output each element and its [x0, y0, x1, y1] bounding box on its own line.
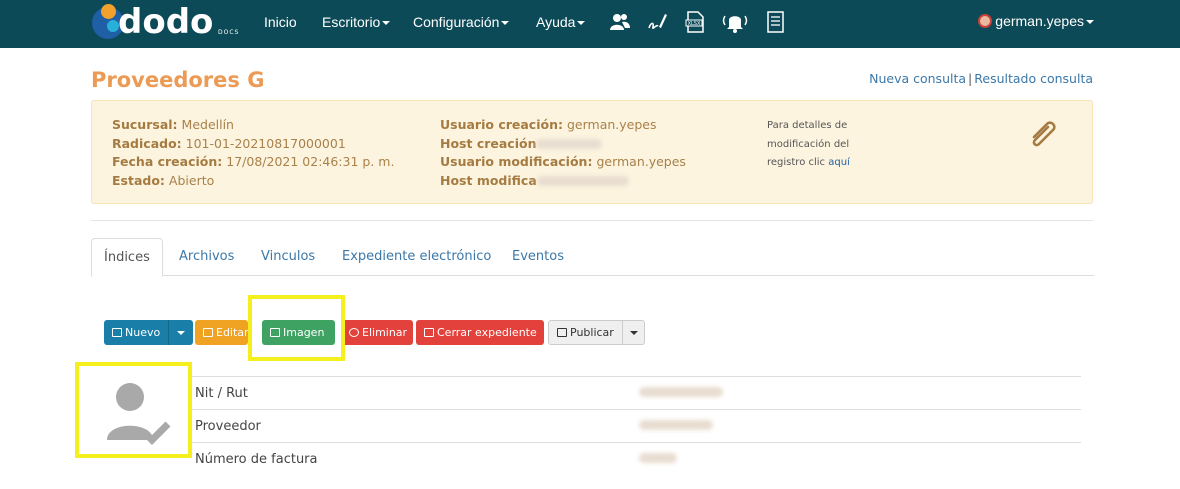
- usuario-modificacion-value: german.yepes: [596, 154, 686, 169]
- new-query-link[interactable]: Nueva consulta: [869, 71, 966, 86]
- fecha-creacion-value: 17/08/2021 02:46:31 p. m.: [226, 154, 395, 169]
- field-label: Nit / Rut: [195, 386, 248, 401]
- fecha-creacion-label: Fecha creación:: [112, 154, 223, 169]
- dodo-logo[interactable]: dodo DOCS: [92, 2, 242, 43]
- link-separator: |: [968, 71, 973, 86]
- field-value-redacted: [639, 420, 713, 430]
- record-info-panel: Sucursal: Medellín Radicado: 101-01-2021…: [91, 100, 1093, 204]
- page-title: Proveedores G: [91, 68, 265, 92]
- tab-archivos[interactable]: Archivos: [179, 238, 234, 276]
- chevron-down-icon: [629, 330, 638, 335]
- usuario-creacion-value: german.yepes: [566, 117, 657, 132]
- record-tabs: Índices Archivos Vinculos Expediente ele…: [91, 238, 1094, 277]
- modification-note: Para detalles de modificación del regist…: [767, 117, 887, 173]
- sucursal-value: Medellín: [181, 117, 234, 132]
- chevron-down-icon: [382, 21, 391, 26]
- sucursal-label: Sucursal:: [112, 117, 178, 132]
- table-row: Proveedor: [191, 409, 1081, 442]
- tab-expediente-electronico[interactable]: Expediente electrónico: [342, 238, 491, 276]
- field-value-redacted: [639, 387, 723, 397]
- document-list-icon[interactable]: [764, 10, 786, 34]
- table-row: Número de factura: [191, 442, 1081, 475]
- edit-button[interactable]: Editar: [195, 320, 249, 345]
- nav-configuracion[interactable]: Configuración: [413, 14, 510, 30]
- field-label: Proveedor: [195, 419, 261, 434]
- estado-value: Abierto: [168, 172, 215, 188]
- chevron-down-icon: [177, 330, 185, 335]
- tab-eventos[interactable]: Eventos: [512, 238, 564, 276]
- table-row: Nit / Rut: [191, 376, 1081, 409]
- info-column-middle: Usuario creación: german.yepes Host crea…: [440, 116, 686, 190]
- host-creacion-redacted: [536, 139, 603, 149]
- host-modificacion-redacted: [536, 176, 629, 186]
- host-creacion-label: Host creación: [440, 135, 537, 151]
- nav-inicio[interactable]: Inicio: [264, 14, 297, 30]
- usuario-modificacion-label: Usuario modificación:: [440, 154, 593, 169]
- logo-subtext: DOCS: [218, 29, 240, 36]
- users-icon[interactable]: [609, 10, 631, 34]
- chevron-down-icon: [501, 21, 510, 26]
- publish-dropdown-button[interactable]: [622, 320, 645, 345]
- list-icon: [112, 328, 122, 337]
- avatar: [978, 14, 993, 28]
- paperclip-icon[interactable]: [1026, 119, 1060, 153]
- publish-button[interactable]: Publicar: [548, 320, 623, 345]
- logo-text: dodo: [118, 2, 214, 42]
- close-record-button[interactable]: Cerrar expediente: [416, 320, 544, 345]
- info-column-left: Sucursal: Medellín Radicado: 101-01-2021…: [112, 116, 394, 190]
- chevron-down-icon: [1086, 20, 1094, 25]
- radicado-value: 101-01-20210817000001: [185, 135, 346, 151]
- newspaper-icon: [557, 328, 567, 337]
- highlight-image-button: [248, 295, 345, 361]
- username: german.yepes: [995, 13, 1084, 29]
- field-value-redacted: [639, 453, 677, 463]
- fields-table: Nit / Rut Proveedor Número de factura: [191, 376, 1081, 475]
- user-menu[interactable]: german.yepes: [978, 13, 1094, 29]
- tab-indices[interactable]: Índices: [91, 238, 163, 277]
- divider: [91, 220, 1093, 221]
- modification-details-link[interactable]: aquí: [828, 157, 850, 168]
- bell-icon[interactable]: [722, 10, 748, 34]
- header-links: Nueva consulta | Resultado consulta: [869, 71, 1093, 86]
- chevron-down-icon: [577, 21, 586, 26]
- query-result-link[interactable]: Resultado consulta: [974, 71, 1093, 86]
- delete-button[interactable]: Eliminar: [341, 320, 413, 345]
- edit-icon: [203, 328, 213, 337]
- signature-icon[interactable]: [646, 10, 668, 34]
- user-placeholder-icon[interactable]: [80, 366, 188, 454]
- new-dropdown-button[interactable]: [168, 320, 193, 345]
- new-button[interactable]: Nuevo: [104, 320, 168, 345]
- field-label: Número de factura: [195, 452, 318, 467]
- delete-icon: [349, 328, 359, 337]
- nav-ayuda[interactable]: Ayuda: [536, 14, 586, 30]
- top-navbar: dodo DOCS Inicio Escritorio Configuració…: [0, 0, 1180, 48]
- tab-vinculos[interactable]: Vinculos: [261, 238, 315, 276]
- usuario-creacion-label: Usuario creación:: [440, 117, 563, 132]
- host-modificacion-label: Host modifica: [440, 172, 537, 188]
- nav-escritorio[interactable]: Escritorio: [322, 14, 391, 30]
- xlsx-icon[interactable]: XLSX: [684, 10, 706, 34]
- radicado-label: Radicado:: [112, 135, 182, 151]
- briefcase-icon: [424, 328, 434, 337]
- svg-text:XLSX: XLSX: [688, 21, 701, 27]
- estado-label: Estado:: [112, 172, 165, 188]
